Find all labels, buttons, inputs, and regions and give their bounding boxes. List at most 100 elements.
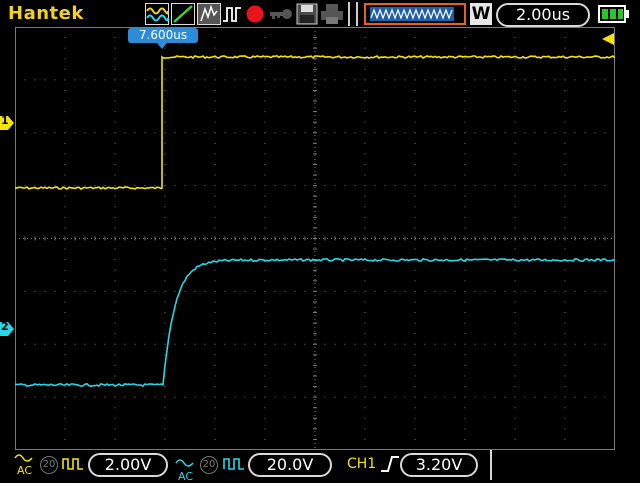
grid-dot [15,343,16,345]
grid-dot [424,343,426,345]
grid-dot [214,111,216,113]
grid-dot [594,290,596,292]
grid-dot [414,153,416,155]
trend-icon[interactable] [171,3,195,25]
grid-dot [414,206,416,208]
grid-dot [64,333,66,335]
save-icon[interactable] [296,3,318,25]
grid-dot [144,343,146,345]
grid-dot [204,132,206,134]
grid-dot [164,248,166,250]
grid-dot [534,132,536,134]
grid-dot [384,185,386,187]
grid-dot [174,343,176,345]
grid-dot [574,290,576,292]
grid-dot [274,290,276,292]
grid-dot [214,37,216,39]
grid-dot [414,322,416,324]
grid-dot [214,333,216,335]
ch2-volts-display[interactable]: 20.0V [248,453,332,477]
run-waveform-icon[interactable] [364,3,466,25]
grid-dot [434,79,436,81]
ch1-coupling-icon[interactable]: AC [14,452,36,477]
ch2-coupling-icon[interactable]: AC [175,452,197,483]
grid-dot [594,185,596,187]
grid-dot [54,290,56,292]
trigger-slope-icon[interactable] [380,454,400,478]
fft-icon[interactable] [197,3,221,25]
grid-dot [114,269,116,271]
grid-dot [134,79,136,81]
key-icon[interactable] [268,3,294,25]
grid-dot [464,343,466,345]
record-icon[interactable] [245,3,265,25]
grid-dot [564,163,566,165]
trigger-source-label[interactable]: CH1 [347,456,376,472]
grid-dot [64,438,66,440]
grid-dot [464,227,466,229]
grid-dot [164,417,166,419]
grid-dot [15,290,16,292]
grid-dot [294,185,296,187]
grid-dot [114,396,116,398]
grid-dot [464,132,466,134]
grid-dot [214,163,216,165]
grid-dot [564,227,566,229]
grid-dot [464,100,466,102]
trigger-level-display[interactable]: 3.20V [400,453,478,477]
grid-dot [64,100,66,102]
grid-dot [414,280,416,282]
grid-dot [94,185,96,187]
grid-dot [74,79,76,81]
ch1-probe-badge[interactable]: 20 [40,456,58,474]
grid-dot [264,407,266,409]
ch1-level-marker[interactable]: 1 [0,114,14,130]
grid-dot [74,290,76,292]
grid-dot [534,185,536,187]
grid-dot [374,290,376,292]
grid-dot [564,47,566,49]
grid-dot [264,89,266,91]
grid-dot [364,322,366,324]
grid-dot [564,111,566,113]
grid-dot [54,132,56,134]
grid-dot [324,343,326,345]
grid-dot [494,79,496,81]
printer-icon[interactable] [320,3,344,25]
grid-dot [264,290,266,292]
grid-dot [514,58,516,60]
pulse-icon[interactable] [222,3,242,25]
grid-dot [414,68,416,70]
grid-dot [64,163,66,165]
grid-dot [204,290,206,292]
grid-dot [394,79,396,81]
timebase-display[interactable]: 2.00us [496,3,590,27]
grid-dot [394,185,396,187]
trigger-level-marker[interactable] [601,32,615,46]
grid-dot [494,343,496,345]
ch2-probe-badge[interactable]: 20 [200,456,218,474]
grid-dot [434,290,436,292]
grid-dot [164,386,166,388]
grid-dot [54,79,56,81]
grid-dot [564,37,566,39]
ch2-level-marker[interactable]: 2 [0,320,14,336]
grid-dot [44,290,46,292]
grid-dot [544,290,546,292]
grid-dot [64,312,66,314]
grid-dot [464,386,466,388]
grid-dot [294,79,296,81]
grid-dot [474,396,476,398]
battery-icon [598,5,630,27]
ch1-volts-display[interactable]: 2.00V [88,453,168,477]
grid-dot [264,375,266,377]
grid-dot [504,132,506,134]
grid-dot [204,343,206,345]
grid-dot [44,185,46,187]
grid-dot [214,322,216,324]
wave-icon[interactable] [145,3,169,25]
grid-dot [64,364,66,366]
grid-dot [104,396,106,398]
grid-dot [364,121,366,123]
timebase-mode[interactable]: W [470,3,492,25]
